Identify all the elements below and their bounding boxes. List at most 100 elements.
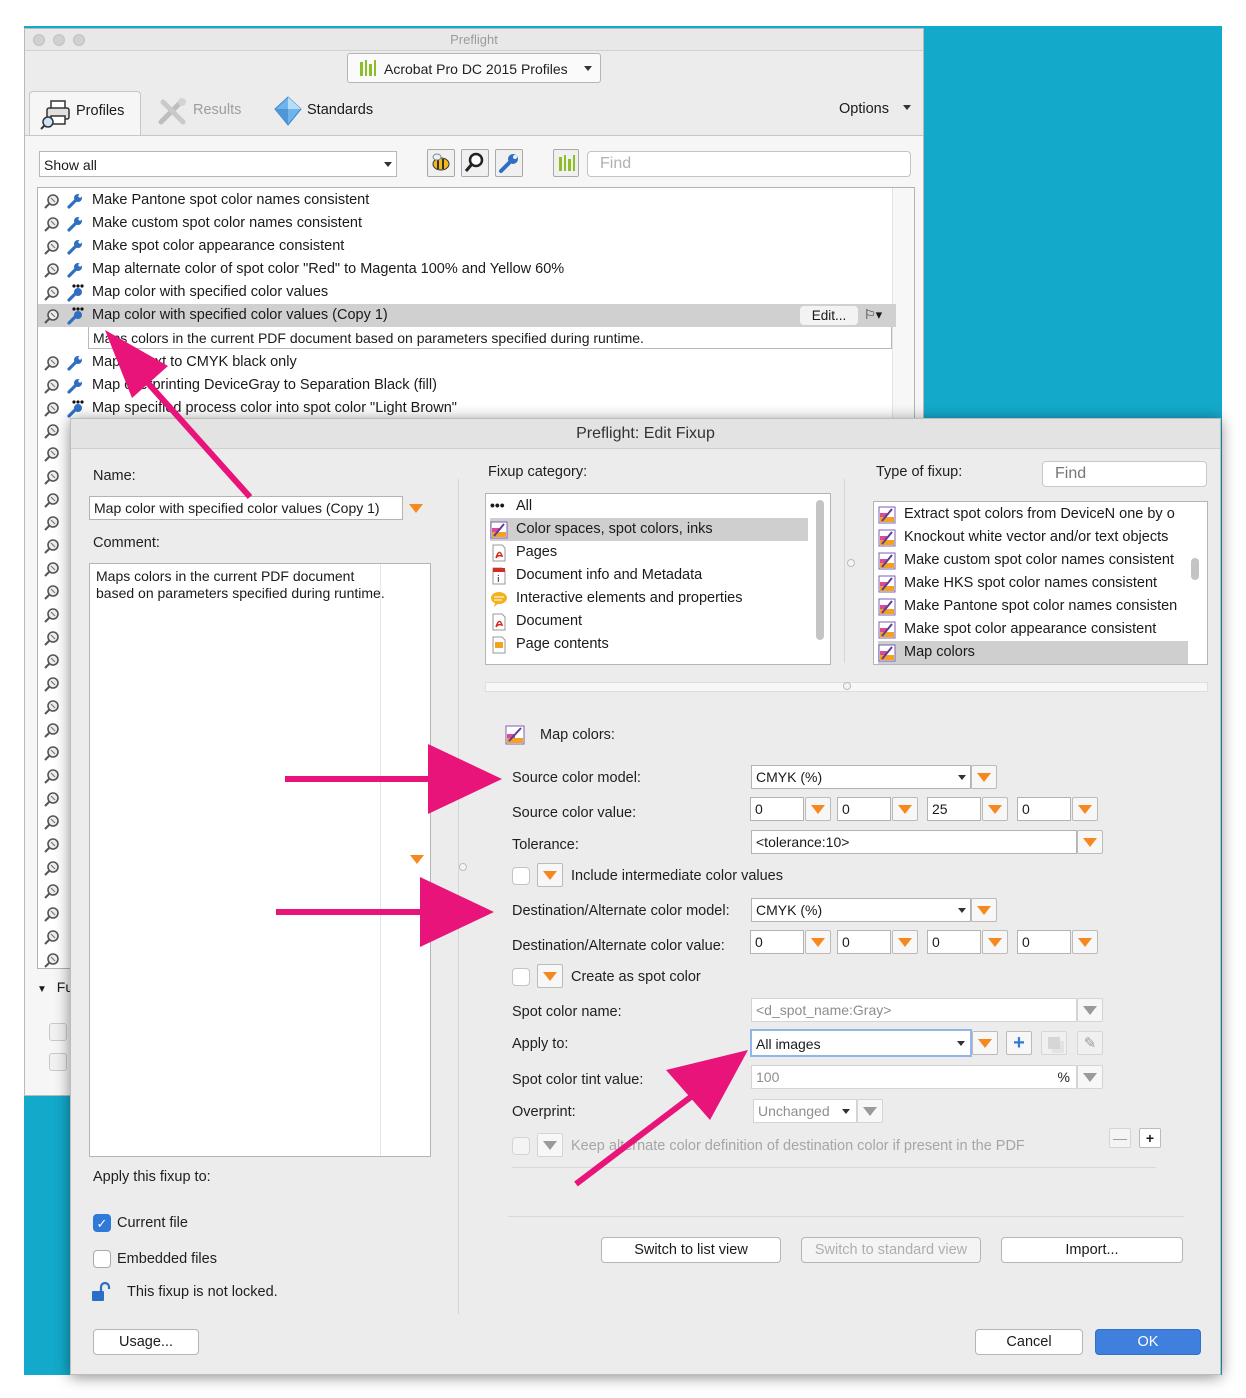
import-button[interactable]: Import... — [1001, 1237, 1183, 1263]
find-field[interactable] — [587, 151, 911, 177]
intermediate-variable-button[interactable] — [537, 863, 563, 887]
category-item[interactable]: i Document info and Metadata — [490, 564, 808, 587]
list-item[interactable]: Map overprinting DeviceGray to Separatio… — [38, 374, 896, 397]
tab-results[interactable]: Results — [153, 91, 253, 135]
list-item[interactable]: Map specified process color into spot co… — [38, 397, 896, 420]
create-spot-checkbox[interactable] — [512, 968, 530, 986]
source-value-input[interactable]: 0 — [837, 797, 891, 821]
cancel-button[interactable]: Cancel — [975, 1329, 1083, 1355]
remove-row-button[interactable]: — — [1109, 1128, 1131, 1148]
type-find-field[interactable] — [1042, 461, 1207, 487]
category-item[interactable]: Page contents — [490, 633, 808, 656]
source-model-select[interactable]: CMYK (%) — [751, 765, 971, 789]
source-value-input[interactable]: 25 — [927, 797, 981, 821]
source-value-variable-button[interactable] — [805, 797, 831, 821]
dest-value-input[interactable]: 0 — [837, 930, 891, 954]
dest-model-variable-button[interactable] — [971, 898, 997, 922]
flag-menu-icon[interactable]: ⚐▾ — [864, 307, 882, 323]
profile-library-dropdown[interactable]: Acrobat Pro DC 2015 Profiles — [347, 53, 601, 83]
overprint-select[interactable]: Unchanged — [753, 1099, 857, 1123]
fixups-filter-button[interactable] — [427, 149, 455, 177]
fixup-type-item[interactable]: Make Pantone spot color names consisten — [878, 595, 1188, 618]
fixup-type-item[interactable]: Make spot color appearance consistent — [878, 618, 1188, 641]
type-scrollbar[interactable] — [1191, 558, 1199, 580]
tolerance-variable-button[interactable] — [1077, 830, 1103, 854]
list-item[interactable]: Map color with specified color values (C… — [38, 304, 896, 327]
options-menu[interactable]: Options — [837, 99, 917, 119]
list-item[interactable]: Map all text to CMYK black only — [38, 351, 896, 374]
fixup-type-item[interactable]: Extract spot colors from DeviceN one by … — [878, 503, 1188, 526]
create-spot-variable-button[interactable] — [537, 964, 563, 988]
wrench-filter-button[interactable] — [495, 149, 523, 177]
dest-value-variable-button[interactable] — [1072, 930, 1098, 954]
ok-button[interactable]: OK — [1095, 1329, 1201, 1355]
splitter-handle[interactable] — [843, 682, 851, 690]
splitter[interactable] — [844, 479, 845, 663]
splitter-handle[interactable] — [459, 863, 467, 871]
list-item[interactable]: Map alternate color of spot color "Red" … — [38, 258, 896, 281]
list-item[interactable]: Map color with specified color values — [38, 281, 896, 304]
find-input[interactable] — [588, 152, 910, 176]
type-find-input[interactable] — [1043, 462, 1206, 486]
switch-standard-view-button[interactable]: Switch to standard view — [801, 1237, 981, 1263]
tab-standards[interactable]: Standards — [271, 91, 391, 135]
category-item[interactable]: Pages — [490, 541, 808, 564]
spot-name-input[interactable]: <d_spot_name:Gray> — [751, 998, 1077, 1022]
library-filter-button[interactable] — [553, 149, 579, 177]
add-button[interactable]: + — [1006, 1031, 1032, 1055]
dest-value-input[interactable]: 0 — [1017, 930, 1071, 954]
category-scrollbar[interactable] — [816, 500, 824, 640]
name-input[interactable]: Map color with specified color values (C… — [89, 496, 403, 520]
details-disclosure[interactable]: ▼ Fu — [37, 979, 73, 995]
list-item[interactable]: Make Pantone spot color names consistent — [38, 189, 896, 212]
fixup-type-item[interactable]: Knockout white vector and/or text object… — [878, 526, 1188, 549]
source-model-variable-button[interactable] — [971, 765, 997, 789]
splitter[interactable] — [458, 479, 459, 1314]
apply-to-variable-button[interactable] — [972, 1031, 998, 1055]
dest-value-variable-button[interactable] — [805, 930, 831, 954]
dest-value-input[interactable]: 0 — [927, 930, 981, 954]
usage-button[interactable]: Usage... — [93, 1329, 199, 1355]
duplicate-button[interactable] — [1041, 1031, 1067, 1055]
source-value-variable-button[interactable] — [1072, 797, 1098, 821]
name-options-button[interactable] — [403, 496, 429, 520]
source-value-variable-button[interactable] — [982, 797, 1008, 821]
tint-variable-button[interactable] — [1077, 1065, 1103, 1089]
unlocked-padlock-icon[interactable] — [91, 1281, 113, 1303]
comment-textarea[interactable]: Maps colors in the current PDF document … — [89, 563, 431, 1157]
category-item[interactable]: Color spaces, spot colors, inks — [490, 518, 808, 541]
overprint-variable-button[interactable] — [857, 1099, 883, 1123]
switch-list-view-button[interactable]: Switch to list view — [601, 1237, 781, 1263]
source-value-input[interactable]: 0 — [750, 797, 804, 821]
add-row-button[interactable]: + — [1139, 1128, 1161, 1148]
fixup-type-item[interactable]: Make custom spot color names consistent — [878, 549, 1188, 572]
category-item[interactable]: Document — [490, 610, 808, 633]
category-item[interactable]: ••• All — [490, 495, 808, 518]
keep-alternate-checkbox[interactable] — [512, 1137, 530, 1155]
tolerance-input[interactable]: <tolerance:10> — [751, 830, 1077, 854]
current-file-checkbox[interactable]: ✓ — [93, 1214, 111, 1232]
filter-select[interactable]: Show all — [39, 151, 397, 177]
apply-to-select[interactable]: All images — [750, 1029, 972, 1057]
edit-pencil-button[interactable]: ✎ — [1077, 1031, 1103, 1055]
comment-options-button[interactable] — [410, 855, 424, 864]
category-item[interactable]: Interactive elements and properties — [490, 587, 808, 610]
source-value-variable-button[interactable] — [892, 797, 918, 821]
edit-button[interactable]: Edit... — [800, 306, 858, 325]
dest-model-select[interactable]: CMYK (%) — [751, 898, 971, 922]
checkbox[interactable] — [49, 1053, 67, 1071]
splitter-handle[interactable] — [847, 559, 855, 567]
fixup-type-item[interactable]: Make HKS spot color names consistent — [878, 572, 1188, 595]
list-item[interactable]: Make custom spot color names consistent — [38, 212, 896, 235]
embedded-files-checkbox[interactable] — [93, 1250, 111, 1268]
dest-value-variable-button[interactable] — [892, 930, 918, 954]
fixup-type-item[interactable]: Map colors — [878, 641, 1188, 664]
checkbox[interactable] — [49, 1023, 67, 1041]
dest-value-input[interactable]: 0 — [750, 930, 804, 954]
intermediate-checkbox[interactable] — [512, 867, 530, 885]
keep-alternate-variable-button[interactable] — [537, 1133, 563, 1157]
list-item[interactable]: Make spot color appearance consistent — [38, 235, 896, 258]
tab-profiles[interactable]: Profiles — [29, 91, 141, 137]
source-value-input[interactable]: 0 — [1017, 797, 1071, 821]
checks-filter-button[interactable] — [461, 149, 489, 177]
